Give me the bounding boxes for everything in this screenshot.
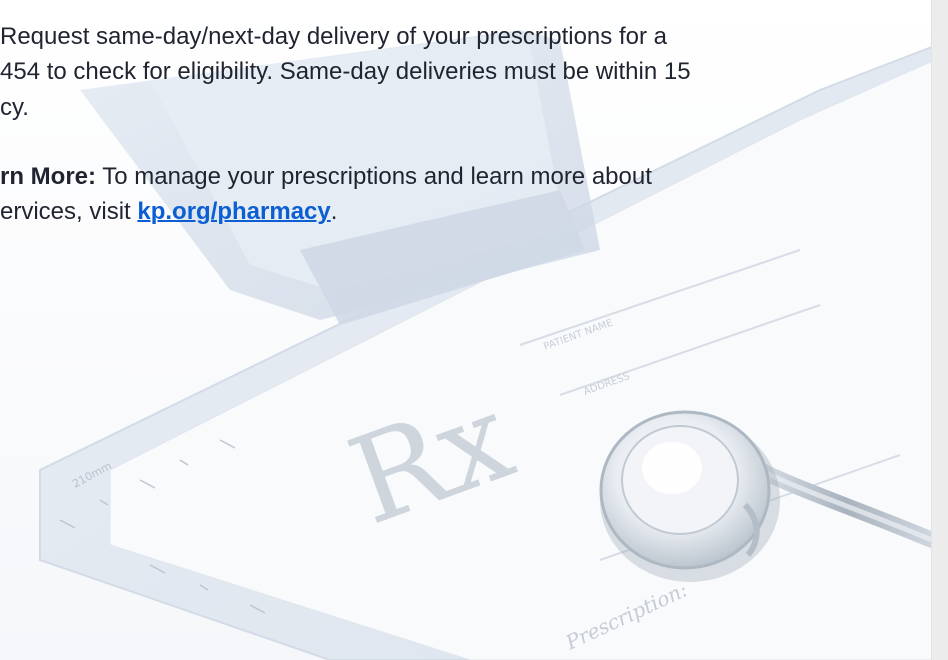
pharmacy-hero-image: Rx PATIENT NAME ADDRESS 210mm Prescripti…: [0, 0, 932, 660]
learn-more-line-1: rn More: To manage your prescriptions an…: [0, 159, 652, 194]
clipboard-stethoscope-illustration: Rx PATIENT NAME ADDRESS 210mm Prescripti…: [0, 0, 932, 660]
delivery-line-3: cy.: [0, 94, 29, 121]
learn-more-text-2: ervices, visit: [0, 198, 138, 225]
learn-more-label: rn More:: [0, 163, 96, 190]
scrollbar-track[interactable]: [931, 0, 948, 660]
delivery-line-2: 454 to check for eligibility. Same-day d…: [0, 58, 691, 85]
delivery-line-1: Request same-day/next-day delivery of yo…: [0, 23, 667, 50]
learn-more-line-2: ervices, visit kp.org/pharmacy.: [0, 194, 337, 229]
link-suffix: .: [330, 198, 338, 225]
page: Rx PATIENT NAME ADDRESS 210mm Prescripti…: [0, 0, 948, 660]
learn-more-text: To manage your prescriptions and learn m…: [96, 163, 652, 190]
pharmacy-link[interactable]: kp.org/pharmacy: [137, 198, 330, 225]
